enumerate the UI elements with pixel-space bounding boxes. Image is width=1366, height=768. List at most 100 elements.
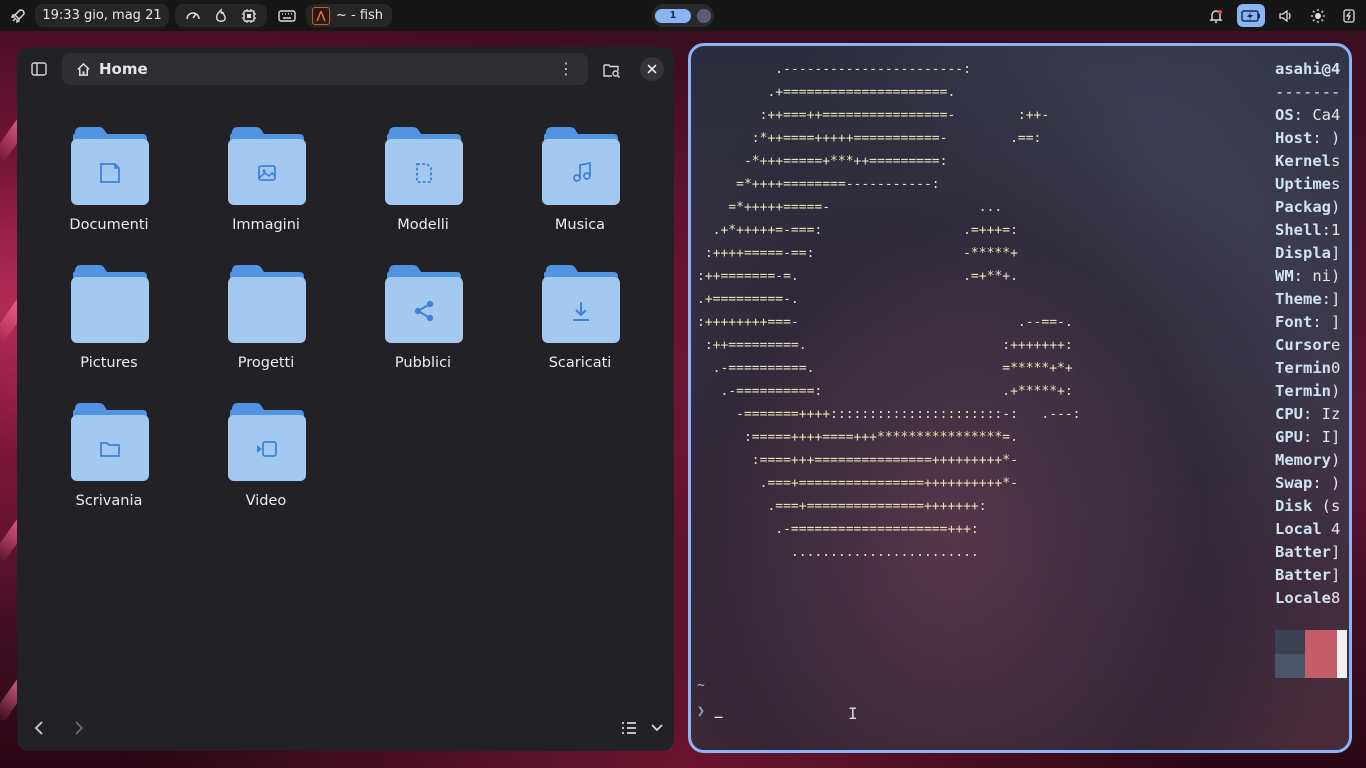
- info-row: Swap: ): [1275, 472, 1340, 495]
- folder-label: Video: [245, 493, 287, 509]
- view-options-dropdown[interactable]: [649, 719, 665, 737]
- active-window-title[interactable]: ⋀ ~ - fish: [306, 4, 392, 27]
- prompt-line[interactable]: ❯ _: [697, 704, 722, 719]
- search-button[interactable]: [601, 59, 623, 81]
- info-key: Termin: [1275, 382, 1331, 400]
- info-row: CPU: Iz: [1275, 403, 1340, 426]
- volume-button[interactable]: [1274, 4, 1298, 27]
- info-key: OS: [1275, 106, 1294, 124]
- info-value: : ]: [1312, 313, 1341, 331]
- info-key: Termin: [1275, 359, 1331, 377]
- keyboard-layout-button[interactable]: [275, 4, 299, 27]
- info-row: GPU: I]: [1275, 426, 1340, 449]
- info-value: : Ca4: [1293, 106, 1341, 124]
- system-monitor-widget[interactable]: [175, 4, 267, 27]
- file-manager-header: Home ⋮: [17, 47, 674, 91]
- folder-item[interactable]: Modelli: [358, 125, 488, 245]
- info-row: Theme:]: [1275, 288, 1340, 311]
- battery-button[interactable]: [1237, 4, 1265, 27]
- terminal-window[interactable]: .-----------------------: .+============…: [688, 43, 1352, 753]
- folder-item[interactable]: Immagini: [201, 125, 331, 245]
- info-key: Packag: [1275, 198, 1331, 216]
- folder-label: Scaricati: [548, 355, 612, 371]
- info-value: 0: [1331, 359, 1341, 377]
- info-value: ): [1331, 451, 1341, 469]
- keyboard-icon: [278, 9, 296, 22]
- info-key: Kernel: [1275, 152, 1331, 170]
- path-label: Home: [99, 60, 148, 78]
- info-key: GPU: [1275, 428, 1303, 446]
- chevron-down-icon: [651, 724, 663, 732]
- info-key: Font: [1275, 313, 1313, 331]
- color-palette: [1275, 630, 1347, 678]
- battery-charging-icon: [1241, 9, 1260, 22]
- info-key: Memory: [1275, 451, 1331, 469]
- info-key: Theme: [1275, 290, 1322, 308]
- info-key: Batter: [1275, 566, 1331, 584]
- notifications-button[interactable]: [1204, 4, 1228, 27]
- gauge-icon: [186, 11, 200, 19]
- info-value: ): [1331, 198, 1341, 216]
- palette-swatch: [1337, 630, 1347, 654]
- info-key: Batter: [1275, 543, 1331, 561]
- power-button[interactable]: [1337, 4, 1361, 27]
- folder-label: Musica: [554, 217, 606, 233]
- info-value: :]: [1321, 290, 1341, 308]
- folder-item[interactable]: Progetti: [201, 263, 331, 383]
- folder-item[interactable]: Scrivania: [44, 401, 174, 521]
- info-value: e: [1331, 336, 1341, 354]
- info-key: Disk: [1275, 497, 1313, 515]
- sidebar-toggle-button[interactable]: [29, 59, 49, 79]
- top-bar: 19:33 gio, mag 21 ⋀ ~ - fish 1: [0, 0, 1366, 31]
- folder-label: Scrivania: [75, 493, 143, 509]
- info-value: 4: [1321, 520, 1341, 538]
- flame-icon: [215, 7, 226, 22]
- folder-item[interactable]: Musica: [515, 125, 645, 245]
- info-key: Locale: [1275, 589, 1331, 607]
- terminal-app-icon: ⋀: [312, 6, 330, 25]
- forward-button[interactable]: [71, 718, 87, 738]
- info-row: Local 4: [1275, 518, 1340, 541]
- folder-item[interactable]: Pubblici: [358, 263, 488, 383]
- info-key: Displa: [1275, 244, 1331, 262]
- info-row: Termin0: [1275, 357, 1340, 380]
- info-value: ]: [1331, 566, 1341, 584]
- close-icon: [647, 64, 657, 74]
- workspace-indicator[interactable]: 1: [652, 4, 714, 27]
- info-value: (s: [1312, 497, 1341, 515]
- folder-item[interactable]: Pictures: [44, 263, 174, 383]
- view-list-button[interactable]: [619, 719, 639, 737]
- path-bar[interactable]: Home ⋮: [62, 53, 588, 85]
- folder-item[interactable]: Video: [201, 401, 331, 521]
- workspace-2-button[interactable]: [697, 8, 711, 23]
- folder-icon: [228, 265, 306, 343]
- clock-widget[interactable]: 19:33 gio, mag 21: [35, 4, 169, 27]
- rocket-icon: [10, 8, 25, 23]
- info-key: Cursor: [1275, 336, 1331, 354]
- info-value: : ni): [1293, 267, 1341, 285]
- launcher-button[interactable]: [4, 4, 31, 27]
- info-row: Locale8: [1275, 587, 1340, 610]
- info-value: : ): [1312, 129, 1341, 147]
- clock-text: 19:33 gio, mag 21: [42, 8, 162, 23]
- folder-item[interactable]: Documenti: [44, 125, 174, 245]
- folder-icon: [542, 265, 620, 343]
- folder-item[interactable]: Scaricati: [515, 263, 645, 383]
- back-button[interactable]: [31, 718, 47, 738]
- info-value: : I]: [1303, 428, 1341, 446]
- folder-label: Immagini: [232, 217, 300, 233]
- workspace-1-button[interactable]: 1: [655, 8, 691, 23]
- info-value: : ): [1312, 474, 1341, 492]
- palette-swatch: [1275, 654, 1305, 678]
- close-button[interactable]: [640, 57, 664, 81]
- bell-icon: [1209, 9, 1223, 23]
- brightness-button[interactable]: [1306, 4, 1330, 27]
- sun-icon: [1311, 8, 1325, 23]
- info-row: Font: ]: [1275, 311, 1340, 334]
- info-key: asahi@4: [1275, 60, 1341, 78]
- info-key: Local: [1275, 520, 1322, 538]
- info-row: WM: ni): [1275, 265, 1340, 288]
- prompt-symbol: ❯: [697, 704, 705, 719]
- path-menu-icon[interactable]: ⋮: [558, 61, 574, 77]
- fastfetch-info: asahi@4 ------- OS: Ca4 Host: ) Kernels Uptim…: [1275, 58, 1340, 610]
